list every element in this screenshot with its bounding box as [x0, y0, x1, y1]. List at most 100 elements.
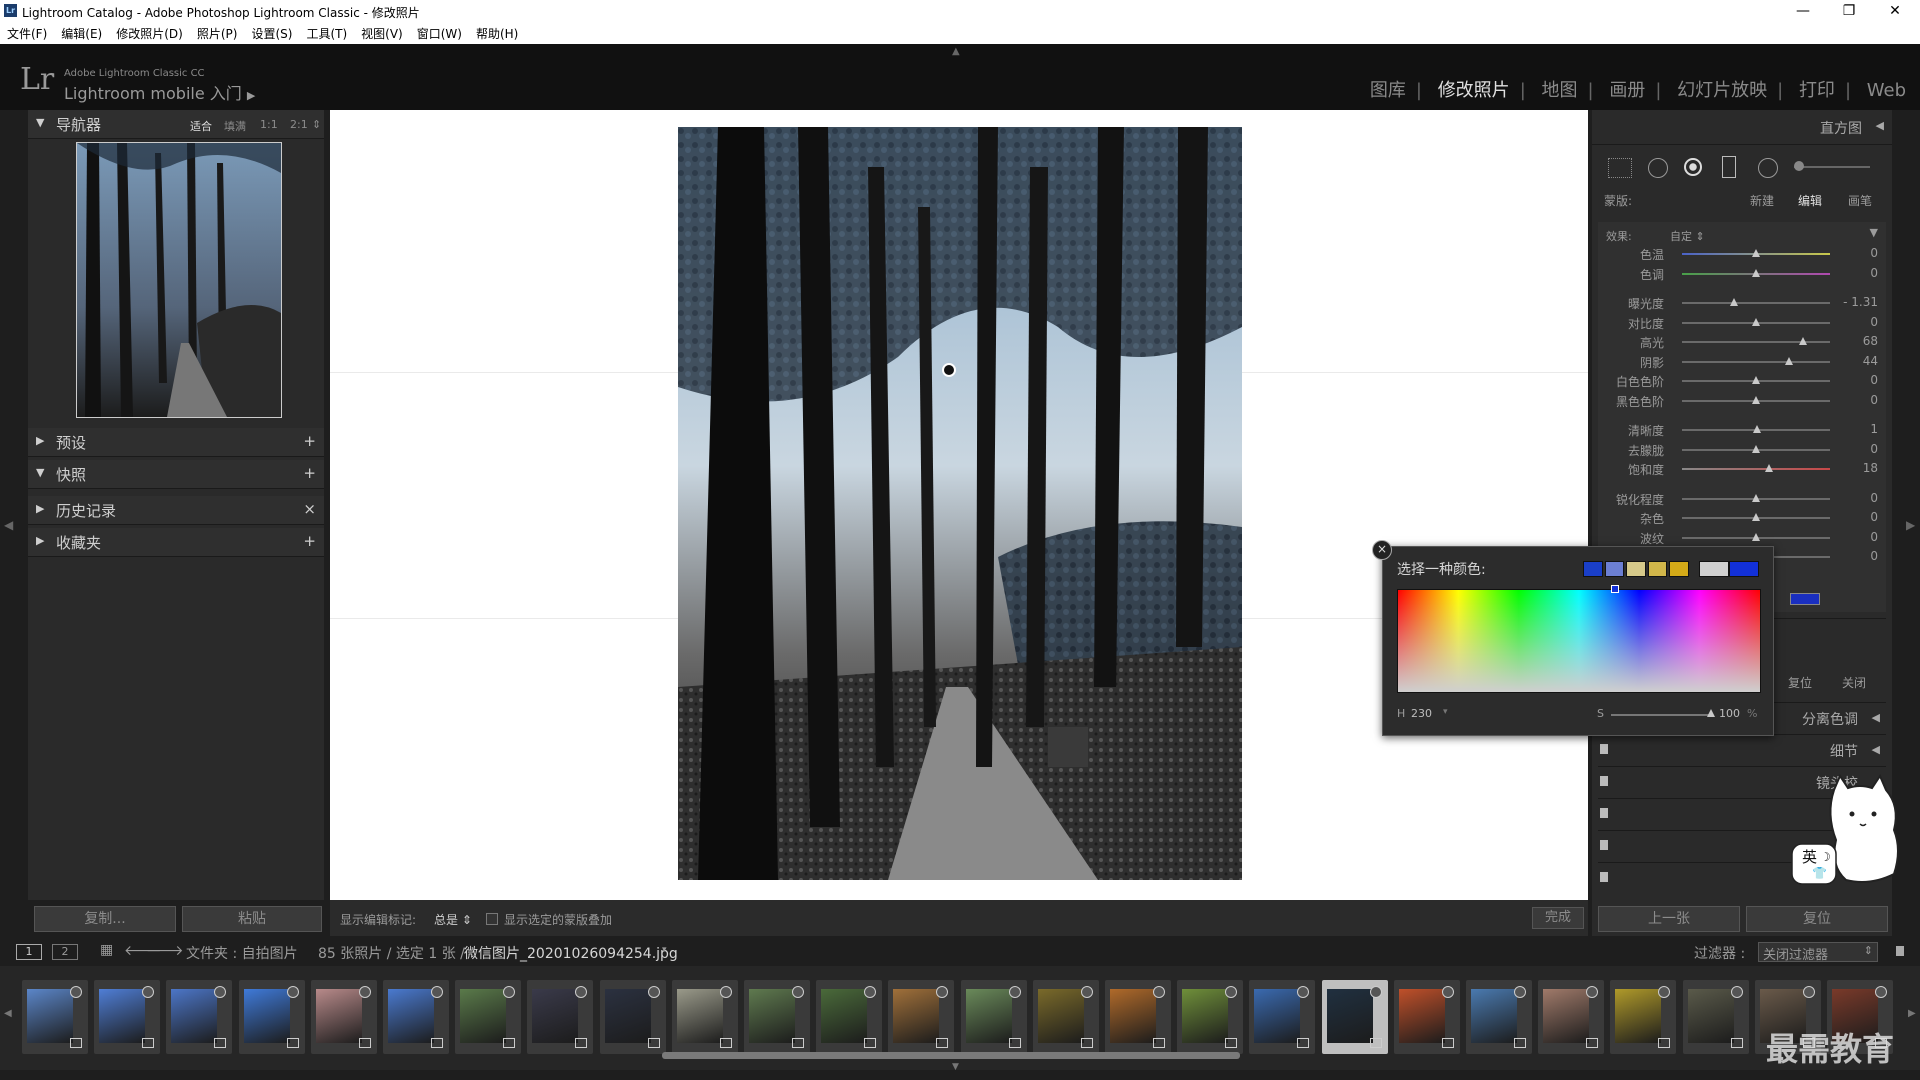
- saturation-value[interactable]: 100: [1719, 707, 1740, 720]
- slider-row[interactable]: 色温 0: [1598, 244, 1886, 263]
- filmstrip-thumbnail[interactable]: [94, 980, 161, 1054]
- picker-close-button[interactable]: ×: [1372, 540, 1392, 560]
- color-swatch-button[interactable]: [1790, 593, 1820, 605]
- filmstrip-thumbnail[interactable]: [383, 980, 449, 1054]
- slider-row[interactable]: 白色色阶 0: [1598, 371, 1886, 390]
- clear-history-icon[interactable]: ×: [303, 500, 316, 518]
- slider-knob[interactable]: [1752, 317, 1760, 326]
- filmstrip-thumbnail[interactable]: [310, 980, 377, 1054]
- hue-dropdown-icon[interactable]: ▾: [1443, 707, 1448, 717]
- module-develop[interactable]: 修改照片: [1438, 80, 1510, 101]
- module-web[interactable]: Web: [1867, 80, 1906, 101]
- menu-file[interactable]: 文件(F): [7, 24, 47, 44]
- grid-view-icon[interactable]: ▦: [100, 942, 113, 958]
- color-swatch[interactable]: [1626, 561, 1646, 577]
- slider-row[interactable]: 阴影 44: [1598, 352, 1886, 371]
- effect-preset-select[interactable]: 自定 ⇕: [1670, 228, 1705, 244]
- filmstrip-thumbnail[interactable]: [671, 980, 738, 1054]
- slider-knob[interactable]: [1752, 249, 1760, 257]
- module-map[interactable]: 地图: [1542, 80, 1578, 101]
- mask-new-button[interactable]: 新建: [1750, 192, 1774, 209]
- reset-mask-button[interactable]: 复位: [1788, 674, 1812, 691]
- hue-value[interactable]: 230: [1411, 707, 1432, 720]
- gradient-pin[interactable]: [942, 363, 956, 377]
- right-panel-toggle-icon[interactable]: ▶: [1906, 518, 1915, 532]
- reset-all-button[interactable]: 复位: [1746, 906, 1888, 932]
- left-panel-toggle-icon[interactable]: ◀: [4, 518, 13, 532]
- previous-button[interactable]: 上一张: [1598, 906, 1740, 932]
- slider-value[interactable]: 0: [1838, 246, 1878, 260]
- slider-value[interactable]: 0: [1838, 442, 1878, 456]
- overlay-checkbox[interactable]: [486, 913, 498, 925]
- folder-path[interactable]: 文件夹 : 自拍图片: [186, 943, 298, 963]
- slider-track[interactable]: [1682, 468, 1830, 470]
- saturation-slider-knob[interactable]: [1707, 709, 1715, 717]
- slider-value[interactable]: 0: [1838, 549, 1878, 563]
- panel-switch-icon[interactable]: [1600, 744, 1608, 754]
- mask-edit-button[interactable]: 编辑: [1798, 192, 1822, 209]
- filmstrip-thumbnail[interactable]: [888, 980, 955, 1054]
- main-window-button[interactable]: 1: [16, 944, 42, 960]
- filmstrip-thumbnail[interactable]: [1393, 980, 1460, 1054]
- panel-toggle-bottom-icon[interactable]: ▼: [952, 1062, 959, 1072]
- collections-header[interactable]: ▶ 收藏夹 +: [28, 528, 324, 557]
- filmstrip-thumbnail[interactable]: [744, 980, 810, 1054]
- menu-settings[interactable]: 设置(S): [251, 24, 292, 44]
- color-cursor[interactable]: [1611, 585, 1619, 593]
- slider-row[interactable]: 去朦胧 0: [1598, 440, 1886, 459]
- close-window-button[interactable]: ✕: [1872, 0, 1918, 24]
- close-mask-button[interactable]: 关闭: [1842, 674, 1866, 691]
- module-print[interactable]: 打印: [1799, 80, 1835, 101]
- slider-row[interactable]: 锐化程度 0: [1598, 489, 1886, 508]
- graduated-filter-icon[interactable]: [1722, 156, 1736, 178]
- forward-arrow-icon[interactable]: 🡒: [146, 942, 184, 959]
- slider-track[interactable]: [1682, 302, 1830, 304]
- slider-row[interactable]: 清晰度 1: [1598, 420, 1886, 439]
- slider-value[interactable]: 0: [1838, 373, 1878, 387]
- main-photo[interactable]: [678, 127, 1242, 880]
- slider-knob[interactable]: [1753, 425, 1762, 433]
- snapshots-header[interactable]: ▼ 快照 +: [28, 460, 324, 489]
- hue-saturation-field[interactable]: [1397, 589, 1761, 693]
- mobile-intro[interactable]: Lightroom mobile 入门 ▶: [64, 80, 255, 104]
- filmstrip-thumbnail[interactable]: [166, 980, 233, 1054]
- filmstrip-thumbnail[interactable]: [455, 980, 522, 1054]
- slider-value[interactable]: 68: [1838, 334, 1878, 348]
- color-swatch[interactable]: [1647, 561, 1668, 577]
- module-library[interactable]: 图库: [1370, 80, 1406, 101]
- navigator-preview[interactable]: [76, 142, 282, 418]
- brush-slider-knob[interactable]: [1794, 161, 1804, 171]
- slider-value[interactable]: - 1.31: [1838, 295, 1878, 309]
- menu-view[interactable]: 视图(V): [361, 24, 403, 44]
- detail-header[interactable]: 细节 ◀: [1598, 734, 1886, 765]
- color-swatch[interactable]: [1669, 561, 1689, 577]
- filmstrip-thumbnail[interactable]: [1249, 980, 1316, 1054]
- nav-fill-option[interactable]: 填满: [224, 118, 246, 134]
- filename-dropdown-icon[interactable]: ▾: [662, 945, 667, 955]
- histogram-collapse-icon[interactable]: ◀: [1876, 119, 1884, 132]
- menu-develop[interactable]: 修改照片(D): [116, 24, 183, 44]
- filmstrip-thumbnail[interactable]: [1032, 980, 1099, 1054]
- add-snapshot-icon[interactable]: +: [303, 464, 316, 482]
- ime-badge[interactable]: 英: [1802, 846, 1817, 867]
- slider-row[interactable]: 曝光度 - 1.31: [1598, 293, 1886, 312]
- slider-knob[interactable]: [1752, 376, 1760, 384]
- slider-value[interactable]: 0: [1838, 491, 1878, 505]
- module-slideshow[interactable]: 幻灯片放映: [1677, 80, 1767, 101]
- slider-value[interactable]: 44: [1838, 354, 1878, 368]
- slider-knob[interactable]: [1784, 356, 1793, 365]
- panel-switch-icon[interactable]: [1600, 776, 1608, 786]
- slider-row[interactable]: 对比度 0: [1598, 313, 1886, 332]
- color-swatch[interactable]: [1583, 561, 1603, 577]
- filmstrip-thumbnail[interactable]: [816, 980, 883, 1054]
- color-swatch[interactable]: [1604, 561, 1625, 577]
- filmstrip-thumbnail[interactable]: [238, 980, 305, 1054]
- red-eye-icon[interactable]: [1684, 158, 1702, 176]
- menu-help[interactable]: 帮助(H): [476, 24, 518, 44]
- presets-header[interactable]: ▶ 预设 +: [28, 428, 324, 457]
- filmstrip-thumbnail[interactable]: [960, 980, 1027, 1054]
- panel-switch-icon[interactable]: [1600, 840, 1608, 850]
- module-book[interactable]: 画册: [1609, 80, 1645, 101]
- filmstrip-thumbnail[interactable]: [599, 980, 666, 1054]
- slider-knob[interactable]: [1799, 337, 1808, 345]
